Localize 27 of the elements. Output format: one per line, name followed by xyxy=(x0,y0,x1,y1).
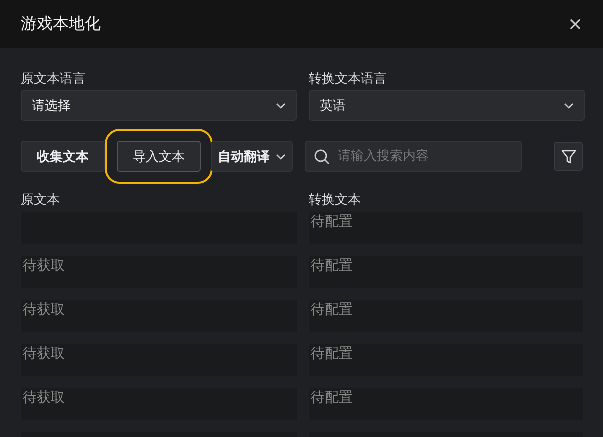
chevron-down-icon xyxy=(276,102,286,108)
field-label: 原文本语言 xyxy=(21,71,87,89)
field-label: 转换文本语言 xyxy=(309,71,388,89)
chevron-down-icon xyxy=(564,102,574,108)
language-select[interactable]: 英语 xyxy=(309,90,585,121)
action-button[interactable]: 导入文本 xyxy=(117,141,201,172)
source-text-cell: 待获取 xyxy=(21,388,297,420)
source-text-cell: 待获取 xyxy=(21,344,297,376)
target-text-cell: 待配置 xyxy=(309,388,583,420)
column-header: 原文本 xyxy=(21,192,61,209)
dropdown-button[interactable]: 自动翻译 xyxy=(211,141,293,172)
dialog-title: 游戏本地化 xyxy=(21,14,101,34)
filter-icon xyxy=(560,148,576,164)
search-field[interactable]: 请输入搜索内容 xyxy=(305,141,522,172)
target-text-cell: 待配置 xyxy=(309,212,583,244)
target-text-cell: 待配置 xyxy=(309,344,583,376)
chevron-down-icon xyxy=(276,154,286,160)
source-text-cell: 待获取 xyxy=(21,300,297,332)
target-text-cell: 待配置 xyxy=(309,256,583,288)
source-text-cell: 待获取 xyxy=(21,256,297,288)
language-select[interactable]: 请选择 xyxy=(21,90,297,121)
search-icon xyxy=(314,149,330,165)
target-text-cell: 待配置 xyxy=(309,300,583,332)
close-button[interactable]: × xyxy=(568,14,583,34)
column-header: 转换文本 xyxy=(309,192,362,209)
filter-button[interactable] xyxy=(554,142,583,171)
action-button[interactable]: 收集文本 xyxy=(21,141,105,172)
